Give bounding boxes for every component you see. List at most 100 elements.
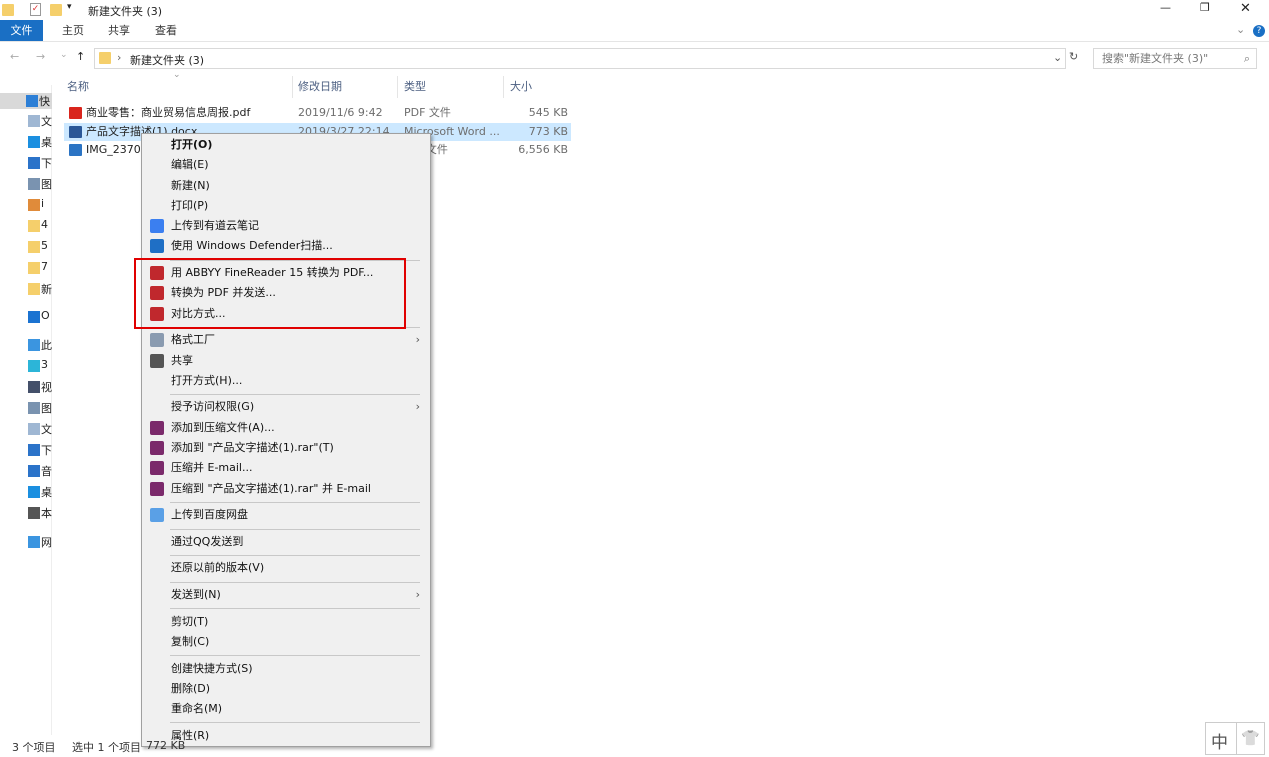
file-size: 6,556 KB [518, 143, 568, 156]
context-menu: 打开(O) 编辑(E) 新建(N) 打印(P) 上传到有道云笔记使用 Windows D… [141, 133, 431, 747]
forward-button[interactable]: → [36, 50, 45, 63]
sidebar-item[interactable]: 网 [26, 534, 52, 550]
sidebar-item[interactable]: 桌 [26, 484, 52, 500]
address-bar[interactable]: › 新建文件夹 (3) ⌄ [94, 48, 1066, 69]
sidebar-item[interactable]: 新 [26, 281, 52, 297]
tab-share[interactable]: 共享 [108, 20, 130, 41]
music-icon [28, 465, 40, 477]
sidebar-item[interactable]: 下 [26, 442, 52, 458]
defender-icon [150, 239, 164, 254]
recent-locations-button[interactable]: ⌄ [60, 50, 68, 60]
maximize-button[interactable]: ❐ [1200, 1, 1210, 14]
drive-icon [28, 507, 40, 519]
up-button[interactable]: ↑ [76, 50, 85, 63]
sidebar-item-label: 桌 [41, 486, 52, 499]
back-button[interactable]: ← [10, 50, 19, 63]
submenu-arrow-icon: › [415, 588, 420, 602]
menu-item-label: 添加到 "产品文字描述(1).rar"(T) [171, 441, 334, 455]
search-icon: ⌕ [1243, 52, 1250, 65]
column-header-type[interactable]: 类型 [404, 80, 426, 98]
videos-icon [28, 381, 40, 393]
sidebar-item[interactable]: 视 [26, 379, 52, 395]
sidebar-item[interactable]: 7 [26, 260, 52, 276]
file-type: PDF 文件 [404, 106, 451, 119]
menu-item[interactable]: 上传到有道云笔记 [142, 216, 430, 236]
menu-item[interactable]: 编辑(E) [142, 155, 430, 175]
properties-icon[interactable]: ✓ [30, 3, 41, 16]
menu-item[interactable]: 打印(P) [142, 196, 430, 216]
status-item-count: 3 个项目 [12, 741, 56, 754]
sidebar-item[interactable]: 此 [26, 337, 52, 353]
menu-item[interactable]: 创建快捷方式(S) [142, 659, 430, 679]
menu-item[interactable]: 复制(C) [142, 632, 430, 652]
refresh-button[interactable]: ↻ [1069, 50, 1078, 63]
menu-item[interactable]: 发送到(N) › [142, 585, 430, 605]
menu-item[interactable]: 格式工厂 › [142, 330, 430, 350]
document-icon [28, 115, 40, 127]
menu-item[interactable]: 打开方式(H)... [142, 371, 430, 391]
new-folder-icon[interactable] [50, 4, 62, 16]
sidebar-item-label: 此 [41, 339, 52, 352]
tab-file[interactable]: 文件 [0, 20, 43, 41]
sidebar-item-label: 下 [41, 157, 52, 170]
menu-item[interactable]: 使用 Windows Defender扫描... [142, 236, 430, 256]
minimize-button[interactable]: — [1160, 1, 1171, 14]
sidebar-item[interactable]: 本 [26, 505, 52, 521]
menu-item[interactable]: 压缩到 "产品文字描述(1).rar" 并 E-mail [142, 479, 430, 499]
menu-item-label: 创建快捷方式(S) [171, 661, 253, 675]
sidebar-item[interactable]: 音 [26, 463, 52, 479]
sidebar-item[interactable]: 文 [26, 421, 52, 437]
column-divider [292, 76, 293, 98]
sidebar-item[interactable]: 5 [26, 239, 52, 255]
menu-item[interactable]: 剪切(T) [142, 612, 430, 632]
pictures-icon [28, 402, 40, 414]
menu-item[interactable]: 授予访问权限(G) › [142, 397, 430, 417]
navigation-pane: 快文桌下图i457新O此3视图文下音桌本网 [0, 85, 52, 735]
close-button[interactable]: ✕ [1240, 1, 1251, 16]
ime-skin-button[interactable]: 👕 [1241, 729, 1260, 747]
breadcrumb-current[interactable]: 新建文件夹 (3) [130, 52, 204, 68]
menu-item[interactable]: 上传到百度网盘 [142, 505, 430, 525]
menu-item-label: 上传到有道云笔记 [171, 219, 259, 233]
sidebar-item-label: 4 [41, 218, 48, 231]
sidebar-item[interactable]: 4 [26, 218, 52, 234]
ribbon-expand-icon[interactable]: ⌄ [1236, 23, 1245, 36]
menu-item[interactable]: 新建(N) [142, 176, 430, 196]
sidebar-item[interactable]: O [26, 309, 52, 325]
sidebar-item[interactable]: 文 [26, 113, 52, 129]
help-icon[interactable]: ? [1253, 25, 1265, 37]
column-header-name[interactable]: 名称 [67, 80, 89, 98]
sidebar-item[interactable]: i [26, 197, 52, 213]
tab-home[interactable]: 主页 [62, 20, 84, 41]
menu-item[interactable]: 共享 [142, 351, 430, 371]
sidebar-item[interactable]: 桌 [26, 134, 52, 150]
sidebar-item[interactable]: 图 [26, 176, 52, 192]
menu-item[interactable]: 添加到压缩文件(A)... [142, 418, 430, 438]
address-dropdown-icon[interactable]: ⌄ [1053, 51, 1062, 64]
sidebar-item-label: 5 [41, 239, 48, 252]
column-header-date[interactable]: 修改日期 [298, 80, 342, 98]
sidebar-item[interactable]: 快 [0, 93, 52, 109]
search-input[interactable]: 搜索"新建文件夹 (3)" ⌕ [1093, 48, 1257, 69]
menu-item[interactable]: 添加到 "产品文字描述(1).rar"(T) [142, 438, 430, 458]
this-pc-icon [28, 339, 40, 351]
menu-item-label: 剪切(T) [171, 614, 209, 628]
menu-item-label: 添加到压缩文件(A)... [171, 420, 275, 434]
quick-access-dropdown-icon[interactable]: ▾ [67, 2, 72, 12]
file-row[interactable]: 商业零售：商业贸易信息周报.pdf 2019/11/6 9:42 PDF 文件 545… [64, 104, 571, 122]
ime-mode-button[interactable]: 中 [1211, 728, 1228, 753]
sidebar-item[interactable]: 图 [26, 400, 52, 416]
sidebar-item[interactable]: 下 [26, 155, 52, 171]
ime-divider [1236, 723, 1237, 754]
column-header-size[interactable]: 大小 [510, 80, 532, 98]
menu-item[interactable]: 还原以前的版本(V) [142, 558, 430, 578]
sidebar-item[interactable]: 3 [26, 358, 52, 374]
menu-item[interactable]: 重命名(M) [142, 699, 430, 719]
menu-item[interactable]: 删除(D) [142, 679, 430, 699]
menu-item[interactable]: 压缩并 E-mail... [142, 458, 430, 478]
menu-item[interactable]: 通过QQ发送到 [142, 532, 430, 552]
menu-item[interactable]: 打开(O) [142, 135, 430, 155]
tab-view[interactable]: 查看 [155, 20, 177, 41]
ime-toolbar: 中 👕 [1205, 722, 1265, 755]
menu-item-label: 授予访问权限(G) [171, 400, 255, 414]
